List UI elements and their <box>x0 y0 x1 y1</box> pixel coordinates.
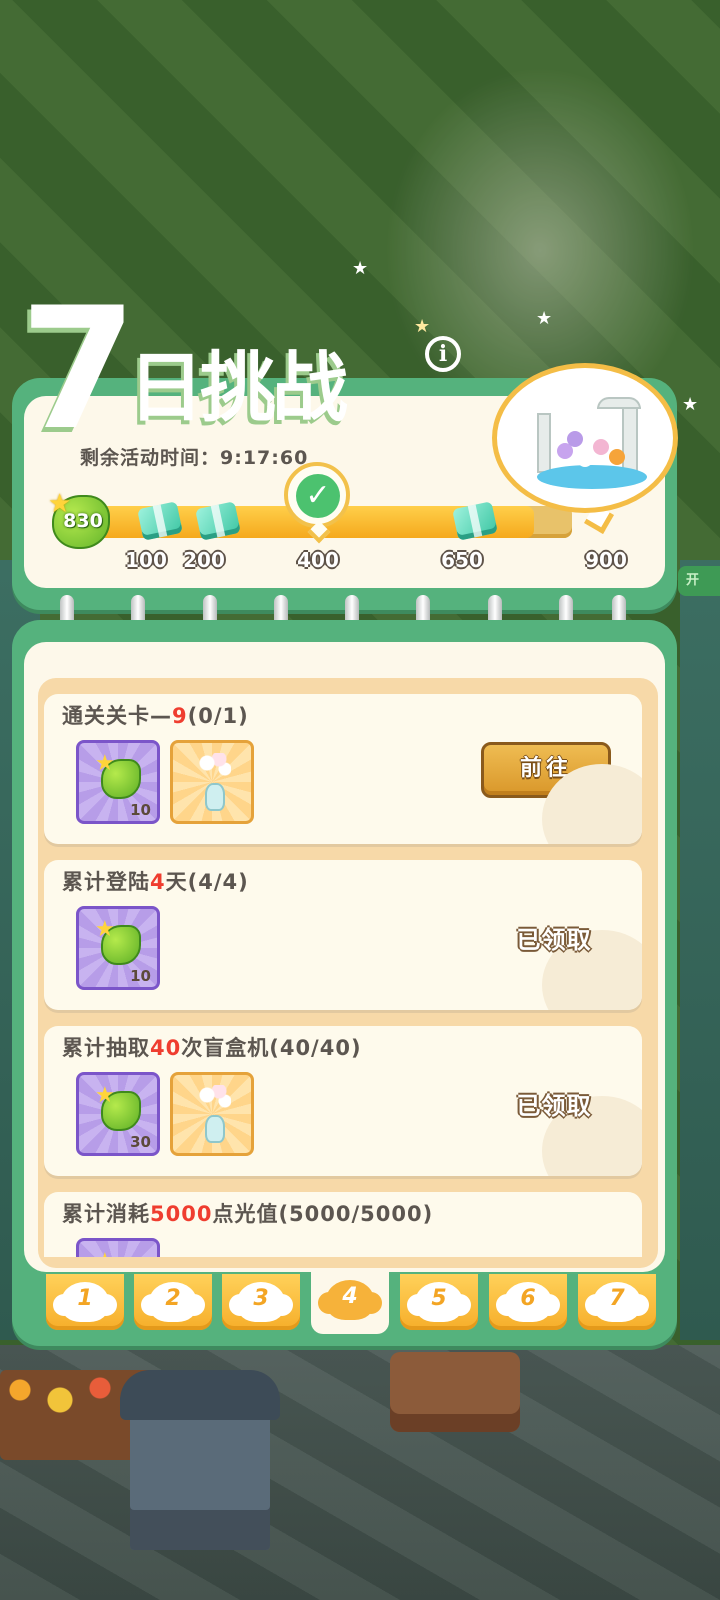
sparkle-icon: ★ <box>352 258 369 279</box>
milestone-label: 200 <box>183 548 225 572</box>
task-title-highlight: 5000 <box>150 1202 213 1226</box>
pillar <box>622 403 638 473</box>
title-text: 日挑战 <box>128 343 348 432</box>
right-building-edge <box>680 560 720 1340</box>
milestone-400-reward[interactable]: ✓ <box>284 462 350 528</box>
flower <box>577 451 593 467</box>
event-title: 7 日挑战 <box>20 285 480 453</box>
task-item: 累计抽取40次盲盒机(40/40) 30 已领取 <box>44 1026 642 1176</box>
task-title: 累计登陆4天(4/4) <box>62 866 249 896</box>
task-title-progress: 次盲盒机(40/40) <box>181 1036 362 1060</box>
reward-quantity: 10 <box>130 967 151 985</box>
leaf-star-icon <box>95 917 141 965</box>
leaf-star-icon <box>95 1083 141 1131</box>
task-title-text: 累计消耗 <box>62 1202 150 1226</box>
remaining-time-label: 剩余活动时间： <box>80 447 221 469</box>
task-title-highlight: 4 <box>150 870 166 894</box>
food-cart <box>390 1352 520 1432</box>
info-icon[interactable]: i <box>425 336 461 372</box>
flower <box>567 431 583 447</box>
claimed-status: 已领取 <box>516 1092 592 1120</box>
day-tab-3[interactable]: 3 <box>222 1274 300 1330</box>
sparkle-icon: ★ <box>682 394 699 415</box>
task-list[interactable]: 通关关卡—9(0/1) 10 前往 累计登陆4天(4/4) 10 已领取 累计抽… <box>44 694 644 1257</box>
reward-slot[interactable] <box>170 740 254 824</box>
task-title-progress: 点光值(5000/5000) <box>212 1202 434 1226</box>
day-tab-label: 5 <box>431 1286 447 1311</box>
task-title-progress: 天(4/4) <box>165 870 249 894</box>
day-tab-1[interactable]: 1 <box>46 1274 124 1330</box>
milestone-label: 100 <box>125 548 167 572</box>
pillar <box>537 413 551 473</box>
sparkle-icon: ★ <box>536 308 553 329</box>
task-title-highlight: 40 <box>150 1036 182 1060</box>
reward-slot[interactable] <box>170 1072 254 1156</box>
day-tab-label: 6 <box>520 1286 536 1311</box>
milestone-label: 400 <box>297 548 339 572</box>
arch <box>597 397 641 409</box>
reward-slot[interactable] <box>76 1238 160 1257</box>
go-button[interactable]: 前往 <box>481 742 611 798</box>
task-item: 通关关卡—9(0/1) 10 前往 <box>44 694 642 844</box>
reward-slot[interactable]: 10 <box>76 906 160 990</box>
day-tab-6[interactable]: 6 <box>489 1274 567 1330</box>
milestone-label: 900 <box>585 548 627 572</box>
side-shortcut-button[interactable]: 开 <box>678 566 720 596</box>
day-tab-5[interactable]: 5 <box>400 1274 478 1330</box>
day-tab-label: 4 <box>342 1284 358 1309</box>
day-tab-label: 2 <box>165 1286 181 1311</box>
task-title-progress: (0/1) <box>187 704 249 728</box>
claimed-status: 已领取 <box>516 926 592 954</box>
milestone-label: 650 <box>441 548 483 572</box>
flower <box>609 449 625 465</box>
reward-quantity: 30 <box>130 1133 151 1151</box>
fountain-scene <box>527 393 647 493</box>
stone-hut <box>120 1370 280 1550</box>
task-title: 累计抽取40次盲盒机(40/40) <box>62 1032 362 1062</box>
day-tab-4[interactable]: 4 <box>311 1272 389 1334</box>
task-item: 累计消耗5000点光值(5000/5000) <box>44 1192 642 1257</box>
remaining-time-value: 9:17:60 <box>220 447 309 469</box>
pond <box>537 465 647 489</box>
task-item: 累计登陆4天(4/4) 10 已领取 <box>44 860 642 1010</box>
task-title-text: 累计登陆 <box>62 870 150 894</box>
title-day-count: 7 <box>20 271 137 467</box>
day-tab-label: 1 <box>77 1286 93 1311</box>
garden-fountain-icon[interactable] <box>492 363 678 513</box>
flower-vase-icon <box>197 753 233 813</box>
day-tab-label: 7 <box>609 1286 625 1311</box>
day-tab-2[interactable]: 2 <box>134 1274 212 1330</box>
points-badge: ★ 830 <box>48 489 110 549</box>
task-title-text: 累计抽取 <box>62 1036 150 1060</box>
task-title-highlight: 9 <box>172 704 188 728</box>
remaining-time: 剩余活动时间：9:17:60 <box>80 443 308 470</box>
flower <box>593 439 609 455</box>
reward-quantity: 10 <box>130 801 151 819</box>
task-title: 累计消耗5000点光值(5000/5000) <box>62 1198 433 1228</box>
day-tab-7[interactable]: 7 <box>578 1274 656 1330</box>
leaf-star-icon <box>95 751 141 799</box>
reward-slot[interactable]: 30 <box>76 1072 160 1156</box>
day-tab-label: 3 <box>253 1286 269 1311</box>
flower-vase-icon <box>197 1085 233 1145</box>
task-title-text: 通关关卡— <box>62 704 172 728</box>
current-points: 830 <box>63 510 103 532</box>
check-icon: ✓ <box>296 474 340 518</box>
reward-slot[interactable]: 10 <box>76 740 160 824</box>
task-title: 通关关卡—9(0/1) <box>62 700 249 730</box>
